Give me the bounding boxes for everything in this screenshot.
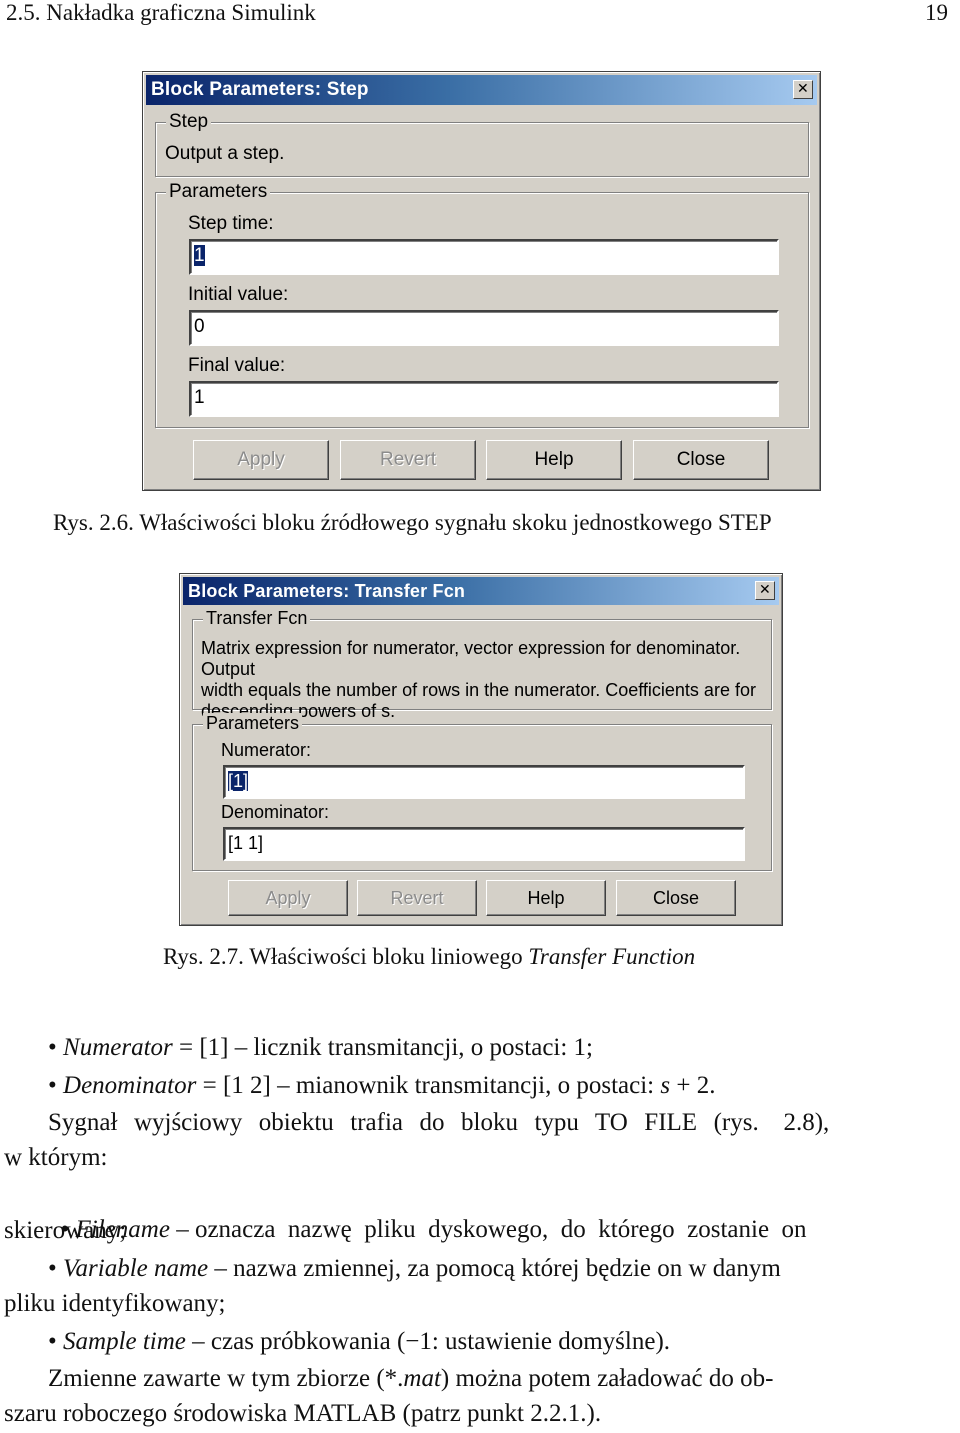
group-legend: Transfer Fcn bbox=[203, 608, 311, 629]
numerator-input[interactable]: [1] bbox=[223, 765, 745, 799]
bullet-icon: • bbox=[48, 1034, 57, 1061]
step-info-group: Step Output a step. bbox=[155, 111, 809, 177]
close-icon[interactable]: ✕ bbox=[793, 80, 813, 99]
numerator-value: [1] bbox=[228, 771, 249, 791]
revert-button[interactable]: Revert bbox=[357, 880, 477, 916]
caption-text: Rys. 2.7. Właściwości bloku liniowego bbox=[163, 944, 529, 969]
paragraph-mat-line1: Zmienne zawarte w tym zbiorze (*.mat) mo… bbox=[48, 1362, 773, 1396]
description-line: width equals the number of rows in the n… bbox=[201, 680, 756, 700]
figure-caption-2-7: Rys. 2.7. Właściwości bloku liniowego Tr… bbox=[163, 944, 695, 970]
group-legend: Parameters bbox=[203, 713, 303, 734]
close-button[interactable]: Close bbox=[633, 440, 769, 480]
parameters-group: Parameters Step time: 1 Initial value: 0… bbox=[155, 181, 809, 428]
figure-caption-2-6: Rys. 2.6. Właściwości bloku źródłowego s… bbox=[53, 510, 772, 535]
text: Zmienne zawarte w tym zbiorze (*. bbox=[48, 1365, 404, 1392]
description-line: Matrix expression for numerator, vector … bbox=[201, 638, 741, 679]
initial-value-input[interactable]: 0 bbox=[189, 310, 779, 346]
dialog-title: Block Parameters: Step bbox=[151, 79, 369, 100]
apply-button[interactable]: Apply bbox=[228, 880, 348, 916]
bullet-variable-name-line2: pliku identyfikowany; bbox=[4, 1290, 226, 1317]
group-legend: Parameters bbox=[166, 181, 271, 203]
bullet-icon: • bbox=[48, 1328, 57, 1355]
close-button[interactable]: Close bbox=[616, 880, 736, 916]
final-value-value: 1 bbox=[194, 387, 205, 408]
bullet-filename-line2: skierowany; bbox=[4, 1217, 127, 1244]
dialog-title: Block Parameters: Transfer Fcn bbox=[188, 581, 466, 601]
definition: – nazwa zmiennej, za pomocą której będzi… bbox=[208, 1255, 781, 1282]
close-icon[interactable]: ✕ bbox=[755, 581, 775, 600]
definition: = [1] – licznik transmitancji, o postaci… bbox=[172, 1034, 594, 1061]
definition: = [1 2] – mianownik transmitancji, o pos… bbox=[196, 1072, 661, 1099]
dialog-title-bar[interactable]: Block Parameters: Step ✕ bbox=[146, 75, 817, 105]
revert-button[interactable]: Revert bbox=[340, 440, 476, 480]
help-button[interactable]: Help bbox=[486, 440, 622, 480]
bullet-numerator: • Numerator = [1] – licznik transmitancj… bbox=[48, 1031, 593, 1065]
final-value-input[interactable]: 1 bbox=[189, 381, 779, 417]
text: ) można potem załadować do ob- bbox=[440, 1365, 774, 1392]
bullet-filename: • Filename – oznacza nazwę pliku dyskowe… bbox=[48, 1179, 807, 1247]
bullet-icon: • bbox=[48, 1255, 57, 1282]
initial-value-label: Initial value: bbox=[188, 284, 289, 305]
denominator-input[interactable]: [1 1] bbox=[223, 827, 745, 861]
term: Numerator bbox=[63, 1034, 173, 1061]
numerator-label: Numerator: bbox=[221, 740, 312, 760]
transfer-fcn-info-group: Transfer Fcn Matrix expression for numer… bbox=[192, 608, 772, 721]
parameters-group: Parameters Numerator: [1] Denominator: [… bbox=[192, 713, 772, 871]
bullet-variable-name: • Variable name – nazwa zmiennej, za pom… bbox=[48, 1252, 781, 1286]
denominator-value: [1 1] bbox=[228, 833, 264, 853]
final-value-label: Final value: bbox=[188, 355, 286, 376]
math-tail: + 2. bbox=[670, 1072, 716, 1099]
caption-italic: Transfer Function bbox=[528, 944, 696, 969]
block-description: Output a step. bbox=[165, 143, 285, 164]
paragraph-to-file-line2: w którym: bbox=[4, 1144, 108, 1171]
term: Sample time bbox=[63, 1328, 186, 1355]
initial-value-value: 0 bbox=[194, 316, 205, 337]
transfer-fcn-block-parameters-dialog: Block Parameters: Transfer Fcn ✕ Transfe… bbox=[179, 573, 783, 926]
step-time-value: 1 bbox=[194, 245, 205, 266]
help-button[interactable]: Help bbox=[486, 880, 606, 916]
group-legend: Step bbox=[166, 111, 212, 133]
block-description: Matrix expression for numerator, vector … bbox=[201, 638, 771, 722]
paragraph-to-file-line1: Sygnał wyjściowy obiektu trafia do bloku… bbox=[48, 1109, 830, 1136]
paragraph-mat-line2: szaru roboczego środowiska MATLAB (patrz… bbox=[4, 1400, 602, 1427]
apply-button[interactable]: Apply bbox=[193, 440, 329, 480]
file-extension: mat bbox=[403, 1365, 441, 1392]
term: Denominator bbox=[63, 1072, 197, 1099]
math-var: s bbox=[660, 1072, 671, 1099]
step-time-input[interactable]: 1 bbox=[189, 239, 779, 275]
bullet-sample-time: • Sample time – czas próbkowania (−1: us… bbox=[48, 1325, 670, 1359]
term: Variable name bbox=[63, 1255, 209, 1282]
bullet-icon: • bbox=[48, 1072, 57, 1099]
step-time-label: Step time: bbox=[188, 213, 274, 234]
page-number: 19 bbox=[925, 0, 948, 25]
section-header: 2.5. Nakładka graficzna Simulink bbox=[6, 0, 316, 25]
dialog-title-bar[interactable]: Block Parameters: Transfer Fcn ✕ bbox=[183, 577, 779, 605]
definition: – oznacza nazwę pliku dyskowego, do któr… bbox=[169, 1216, 807, 1243]
step-block-parameters-dialog: Block Parameters: Step ✕ Step Output a s… bbox=[142, 71, 821, 491]
denominator-label: Denominator: bbox=[221, 802, 330, 822]
bullet-denominator: • Denominator = [1 2] – mianownik transm… bbox=[48, 1069, 715, 1103]
definition: – czas próbkowania (−1: ustawienie domyś… bbox=[185, 1328, 671, 1355]
